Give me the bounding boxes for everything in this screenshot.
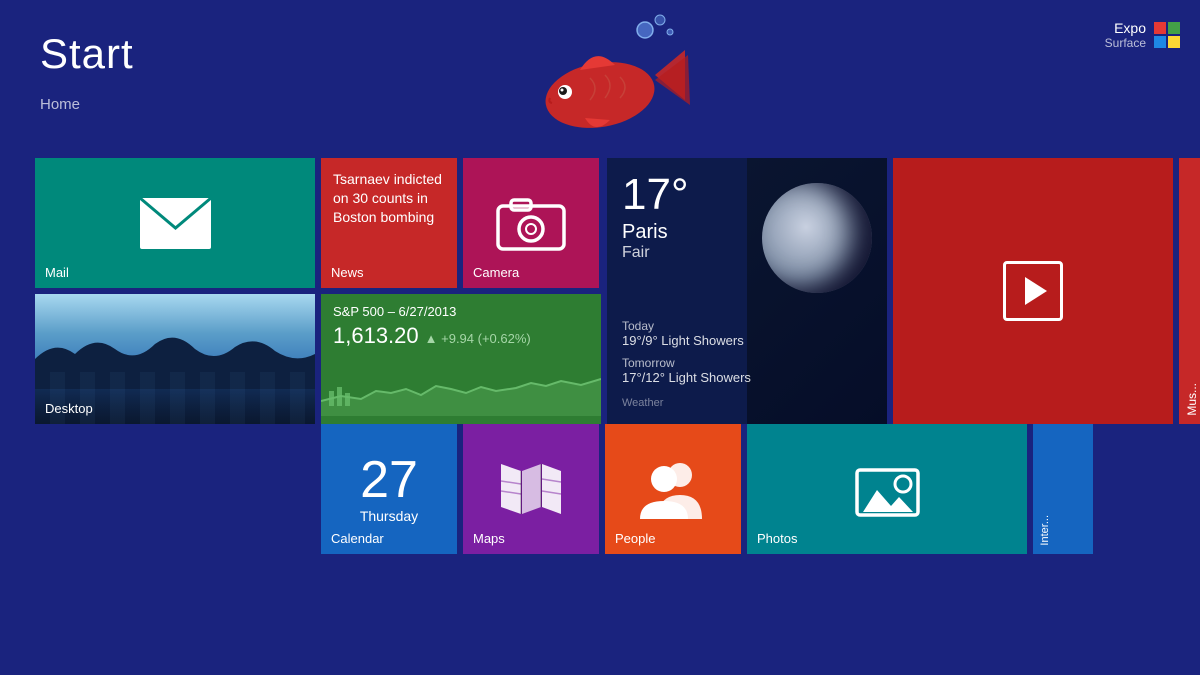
camera-icon xyxy=(496,196,566,251)
col-2: Tsarnaev indicted on 30 counts in Boston… xyxy=(321,158,601,424)
desktop-label: Desktop xyxy=(45,401,93,416)
maps-icon xyxy=(496,459,566,519)
col-5: Mus... xyxy=(1179,158,1200,424)
maps-tile[interactable]: Maps xyxy=(463,424,599,554)
mail-icon xyxy=(138,196,213,251)
weather-city: Paris xyxy=(622,221,747,244)
home-label: Home xyxy=(40,96,134,113)
finance-stock: S&P 500 – 6/27/2013 xyxy=(333,304,589,319)
weather-today-label: Today xyxy=(622,319,877,333)
col-3-row2: People Photos xyxy=(605,424,1027,554)
camera-label: Camera xyxy=(473,265,519,280)
mail-label: Mail xyxy=(45,265,69,280)
internet-label: Inter... xyxy=(1039,515,1051,546)
photos-label: Photos xyxy=(757,531,797,546)
people-label: People xyxy=(615,531,655,546)
fish-decoration xyxy=(500,10,700,170)
finance-tile[interactable]: S&P 500 – 6/27/2013 1,613.20 ▲ +9.94 (+0… xyxy=(321,294,601,424)
col-1: Mail Desktop xyxy=(35,158,315,424)
calendar-day: Thursday xyxy=(360,508,418,524)
people-tile[interactable]: People xyxy=(605,424,741,554)
col-4-row2: Inter... xyxy=(1033,424,1093,554)
news-tile[interactable]: Tsarnaev indicted on 30 counts in Boston… xyxy=(321,158,457,288)
photos-tile[interactable]: Photos xyxy=(747,424,1027,554)
photos-icon xyxy=(855,462,920,517)
play-button xyxy=(1003,261,1063,321)
user-name: Expo xyxy=(1105,20,1146,36)
weather-tomorrow-forecast: 17°/12° Light Showers xyxy=(622,370,877,385)
weather-label: Weather xyxy=(622,397,877,409)
finance-change: ▲ +9.94 (+0.62%) xyxy=(425,331,531,346)
user-device: Surface xyxy=(1105,36,1146,50)
col-2-row2: 27 Thursday Calendar xyxy=(321,424,599,554)
weather-temp: 17° xyxy=(622,173,747,217)
play-triangle xyxy=(1025,277,1047,305)
news-headline: Tsarnaev indicted on 30 counts in Boston… xyxy=(333,170,445,227)
weather-today-forecast: 19°/9° Light Showers xyxy=(622,333,877,348)
tiles-area: Mail Desktop xyxy=(35,158,1200,554)
calendar-number: 27 xyxy=(360,454,418,506)
maps-label: Maps xyxy=(473,531,505,546)
finance-value: 1,613.20 xyxy=(333,323,419,349)
calendar-tile[interactable]: 27 Thursday Calendar xyxy=(321,424,457,554)
stock-chart xyxy=(321,371,601,416)
desktop-tile[interactable]: Desktop xyxy=(35,294,315,424)
moon xyxy=(762,183,872,293)
music-tile[interactable]: Mus... xyxy=(1179,158,1200,424)
col-3: 17° Paris Fair Today 19°/9° Light Shower… xyxy=(607,158,887,424)
mail-tile[interactable]: Mail xyxy=(35,158,315,288)
start-title: Start xyxy=(40,30,134,78)
weather-condition: Fair xyxy=(622,244,747,262)
news-label: News xyxy=(331,265,364,280)
people-icon xyxy=(638,459,708,519)
video-tile[interactable] xyxy=(893,158,1173,424)
weather-tile[interactable]: 17° Paris Fair Today 19°/9° Light Shower… xyxy=(607,158,887,424)
user-info[interactable]: Expo Surface xyxy=(1105,20,1180,50)
col-4 xyxy=(893,158,1173,424)
weather-tomorrow-label: Tomorrow xyxy=(622,356,877,370)
music-label: Mus... xyxy=(1185,383,1199,416)
user-avatar-tiles xyxy=(1154,22,1180,48)
camera-tile[interactable]: Camera xyxy=(463,158,599,288)
calendar-label: Calendar xyxy=(331,531,384,546)
internet-tile[interactable]: Inter... xyxy=(1033,424,1093,554)
